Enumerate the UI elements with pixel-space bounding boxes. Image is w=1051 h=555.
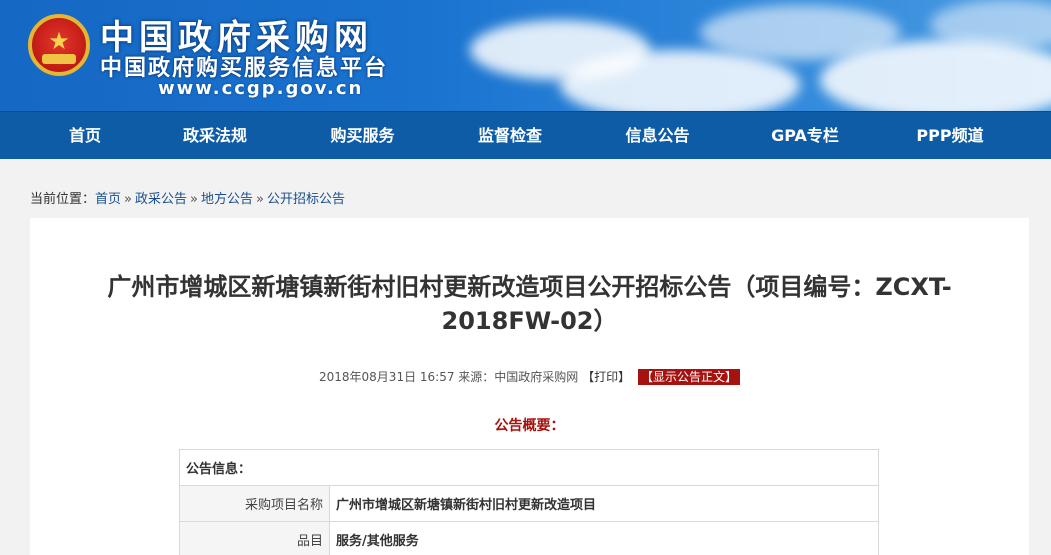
row-value: 服务/其他服务	[329, 521, 879, 555]
article-date-source: 2018年08月31日 16:57 来源：中国政府采购网	[319, 370, 579, 384]
breadcrumb-item-public-tender[interactable]: 公开招标公告	[267, 192, 345, 207]
breadcrumb-separator: »	[256, 192, 264, 207]
nav-item-ppp[interactable]: PPP频道	[850, 112, 1050, 160]
row-label: 品目	[179, 521, 330, 555]
national-emblem-icon[interactable]	[28, 14, 90, 76]
nav-item-service-purchase[interactable]: 购买服务	[260, 112, 465, 160]
cloud-decoration	[560, 50, 800, 111]
table-row: 品目 服务/其他服务	[179, 521, 879, 555]
breadcrumb-item-local[interactable]: 地方公告	[201, 192, 253, 207]
row-label: 采购项目名称	[179, 485, 330, 522]
nav-item-home[interactable]: 首页	[0, 112, 170, 160]
breadcrumb-item-announcements[interactable]: 政采公告	[135, 192, 187, 207]
summary-heading: 公告概要：	[494, 418, 565, 434]
info-table: 公告信息： 采购项目名称 广州市增城区新塘镇新街村旧村更新改造项目 品目 服务/…	[179, 449, 879, 555]
main-nav: 首页 政采法规 购买服务 监督检查 信息公告 GPA专栏 PPP频道	[0, 111, 1051, 159]
row-value: 广州市增城区新塘镇新街村旧村更新改造项目	[329, 485, 879, 522]
article-panel: 广州市增城区新塘镇新街村旧村更新改造项目公开招标公告（项目编号：ZCXT-201…	[30, 218, 1029, 555]
breadcrumb-item-home[interactable]: 首页	[95, 192, 121, 207]
article-meta: 2018年08月31日 16:57 来源：中国政府采购网 【打印】 【显示公告正…	[30, 368, 1029, 385]
table-row: 公告信息：	[179, 449, 879, 486]
show-body-button[interactable]: 【显示公告正文】	[637, 369, 740, 385]
nav-item-announcements[interactable]: 信息公告	[555, 112, 760, 160]
breadcrumb-separator: »	[124, 192, 132, 207]
nav-item-regulations[interactable]: 政采法规	[170, 112, 260, 160]
table-row: 采购项目名称 广州市增城区新塘镇新街村旧村更新改造项目	[179, 485, 879, 522]
breadcrumb-separator: »	[190, 192, 198, 207]
nav-item-gpa[interactable]: GPA专栏	[760, 112, 850, 160]
breadcrumb: 当前位置：首页» 政采公告» 地方公告» 公开招标公告	[30, 188, 345, 207]
print-link[interactable]: 【打印】	[582, 370, 630, 384]
site-header-banner: 中国政府采购网 中国政府购买服务信息平台 www.ccgp.gov.cn	[0, 0, 1051, 111]
info-table-header: 公告信息：	[179, 449, 879, 486]
article-title: 广州市增城区新塘镇新街村旧村更新改造项目公开招标公告（项目编号：ZCXT-201…	[107, 273, 952, 335]
site-url[interactable]: www.ccgp.gov.cn	[158, 78, 363, 99]
breadcrumb-prefix: 当前位置：	[30, 192, 96, 207]
nav-item-supervision[interactable]: 监督检查	[465, 112, 555, 160]
